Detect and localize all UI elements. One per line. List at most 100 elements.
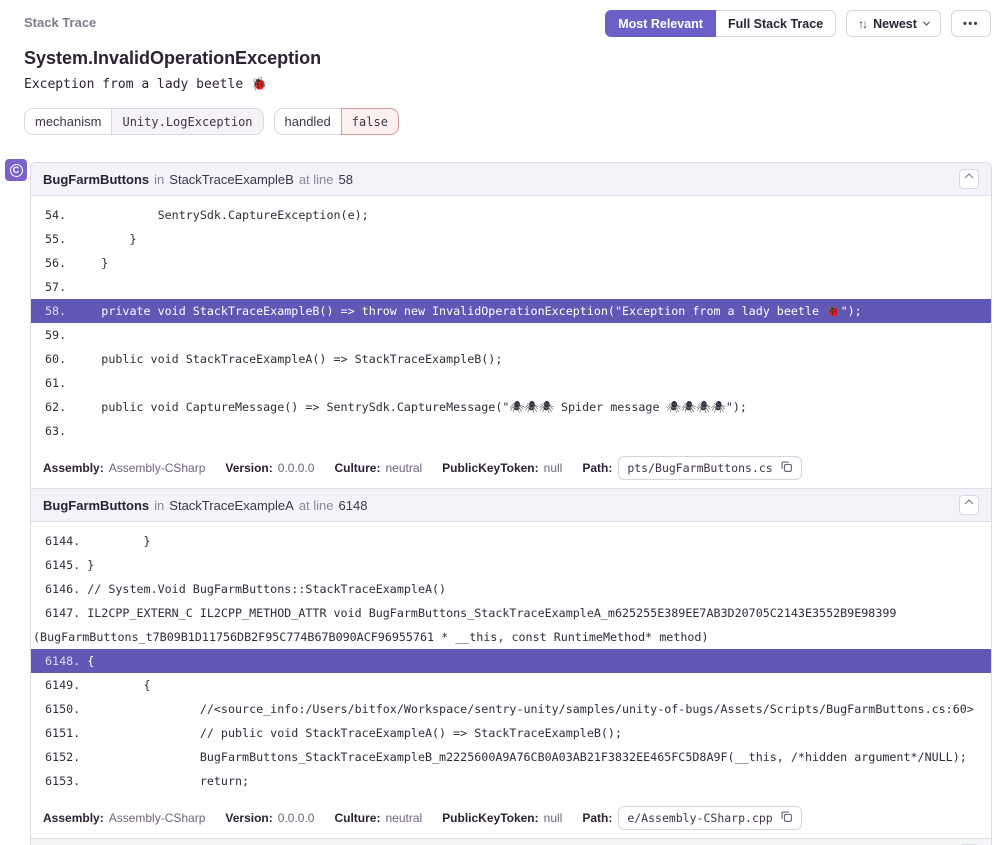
assembly-attribute: PublicKeyToken:null	[442, 461, 562, 475]
frame-header[interactable]: BugFarmButtons in StackTraceExampleB at …	[31, 163, 991, 196]
assembly-attribute-label: PublicKeyToken:	[442, 811, 538, 825]
code-line: 6153. return;	[31, 769, 991, 793]
assembly-attribute-value: 0.0.0.0	[278, 461, 315, 475]
code-line: 6144. }	[31, 529, 991, 553]
line-code: //<source_info:/Users/bitfox/Workspace/s…	[87, 702, 974, 716]
copy-icon	[780, 810, 793, 826]
line-number: 62.	[45, 400, 73, 414]
frame-header[interactable]: BugFarmButtons in StackTraceExampleA at …	[31, 488, 991, 522]
code-line: 59.	[31, 323, 991, 347]
tag-value-error: false	[341, 108, 399, 135]
code-line: 54. SentrySdk.CaptureException(e);	[31, 203, 991, 227]
assembly-attribute: Culture:neutral	[334, 461, 422, 475]
line-number: 6151.	[45, 726, 87, 740]
ellipsis-icon: •••	[963, 18, 979, 30]
line-number: 57.	[45, 280, 73, 294]
stack-trace-panel: BugFarmButtons in StackTraceExampleB at …	[30, 162, 992, 845]
assembly-attribute-label: PublicKeyToken:	[442, 461, 538, 475]
assembly-attribute-label: Assembly:	[43, 811, 104, 825]
frame-path[interactable]: pts/BugFarmButtons.cs	[618, 456, 801, 480]
tag-value: Unity.LogException	[111, 109, 262, 134]
code-line: 62. public void CaptureMessage() => Sent…	[31, 395, 991, 419]
assembly-attribute: Assembly: Assembly-CSharp	[43, 811, 205, 825]
called-from-bar[interactable]: Called from: UnityEngine.Events.UnityAct…	[31, 838, 991, 845]
line-number: 58.	[45, 304, 73, 318]
collapse-frame-button[interactable]	[959, 495, 979, 515]
stack-frame: BugFarmButtons in StackTraceExampleB at …	[31, 163, 991, 488]
frame-path-text: e/Assembly-CSharp.cpp	[627, 811, 772, 825]
more-options-button[interactable]: •••	[951, 10, 991, 37]
code-line: 6145. }	[31, 553, 991, 577]
frame-line-number: 6148	[339, 498, 368, 513]
assembly-attribute-value: neutral	[385, 811, 422, 825]
code-context: 54. SentrySdk.CaptureException(e);55. }5…	[31, 196, 991, 450]
line-number: 6149.	[45, 678, 87, 692]
sort-label: Newest	[873, 17, 917, 31]
section-title: Stack Trace	[24, 10, 96, 30]
line-number: 56.	[45, 256, 73, 270]
line-number: 6152.	[45, 750, 87, 764]
code-line: 63.	[31, 419, 991, 443]
frame-path[interactable]: e/Assembly-CSharp.cpp	[618, 806, 801, 830]
tag-key: mechanism	[25, 109, 111, 134]
copy-path-button[interactable]	[780, 810, 793, 826]
most-relevant-button[interactable]: Most Relevant	[605, 10, 716, 37]
assembly-attribute: Assembly: Assembly-CSharp	[43, 461, 205, 475]
assembly-attribute: Culture: neutral	[334, 811, 422, 825]
line-number: 6146.	[45, 582, 87, 596]
toolbar-actions: Most Relevant Full Stack Trace ↑↓ Newest…	[605, 10, 991, 37]
code-line: 60. public void StackTraceExampleA() => …	[31, 347, 991, 371]
assembly-attribute-label: Culture:	[334, 461, 380, 475]
assembly-path: Path: e/Assembly-CSharp.cpp	[582, 806, 801, 830]
full-stack-trace-button[interactable]: Full Stack Trace	[716, 10, 836, 37]
line-code: private void StackTraceExampleB() => thr…	[73, 304, 862, 318]
assembly-attribute: Version:0.0.0.0	[225, 461, 314, 475]
csharp-letter: C	[13, 166, 20, 175]
code-line: 61.	[31, 371, 991, 395]
csharp-platform-icon: C	[5, 159, 27, 181]
frame-function: StackTraceExampleB	[169, 172, 294, 187]
assembly-path-label: Path:	[582, 811, 612, 825]
code-line: 6147. IL2CPP_EXTERN_C IL2CPP_METHOD_ATTR…	[31, 601, 991, 649]
assembly-attribute-value: Assembly-CSharp	[109, 461, 206, 475]
line-code: SentrySdk.CaptureException(e);	[73, 208, 369, 222]
code-line: 6151. // public void StackTraceExampleA(…	[31, 721, 991, 745]
code-line: 6149. {	[31, 673, 991, 697]
chevron-up-icon	[965, 499, 973, 507]
line-number: 60.	[45, 352, 73, 366]
line-number: 6144.	[45, 534, 87, 548]
line-number: 6148.	[45, 654, 87, 668]
line-code: public void CaptureMessage() => SentrySd…	[73, 400, 747, 414]
sort-button[interactable]: ↑↓ Newest	[846, 10, 941, 37]
copy-path-button[interactable]	[780, 460, 793, 476]
assembly-attribute-value: Assembly-CSharp	[109, 811, 206, 825]
csharp-ring: C	[10, 164, 23, 177]
line-number: 6150.	[45, 702, 87, 716]
code-context: 6144. }6145. }6146. // System.Void BugFa…	[31, 522, 991, 800]
line-code: {	[87, 678, 150, 692]
assembly-attribute-label: Assembly:	[43, 461, 104, 475]
assembly-attribute-label: Culture:	[334, 811, 380, 825]
assembly-info: Assembly: Assembly-CSharp Version:0.0.0.0 C…	[31, 450, 991, 488]
code-line: 6150. //<source_info:/Users/bitfox/Works…	[31, 697, 991, 721]
assembly-path: Path:pts/BugFarmButtons.cs	[582, 456, 801, 480]
line-code: }	[87, 558, 94, 572]
chevron-up-icon	[965, 173, 973, 181]
frames-container: BugFarmButtons in StackTraceExampleB at …	[31, 163, 991, 838]
collapse-frame-button[interactable]	[959, 169, 979, 189]
code-line: 56. }	[31, 251, 991, 275]
sort-arrows-icon: ↑↓	[858, 17, 866, 31]
frame-at-line-label: at line	[299, 172, 334, 187]
tag-mechanism[interactable]: mechanism Unity.LogException	[24, 108, 264, 135]
stack-frame: BugFarmButtons in StackTraceExampleA at …	[31, 488, 991, 838]
code-line: 57.	[31, 275, 991, 299]
line-number: 6147.	[45, 606, 87, 620]
line-code: {	[87, 654, 94, 668]
exception-message: Exception from a lady beetle 🐞	[24, 77, 975, 92]
frame-module: BugFarmButtons	[43, 498, 149, 513]
tag-handled[interactable]: handled false	[274, 108, 399, 135]
line-number: 59.	[45, 328, 73, 342]
line-number: 6153.	[45, 774, 87, 788]
frame-at-line-label: at line	[299, 498, 334, 513]
line-code: }	[87, 534, 150, 548]
